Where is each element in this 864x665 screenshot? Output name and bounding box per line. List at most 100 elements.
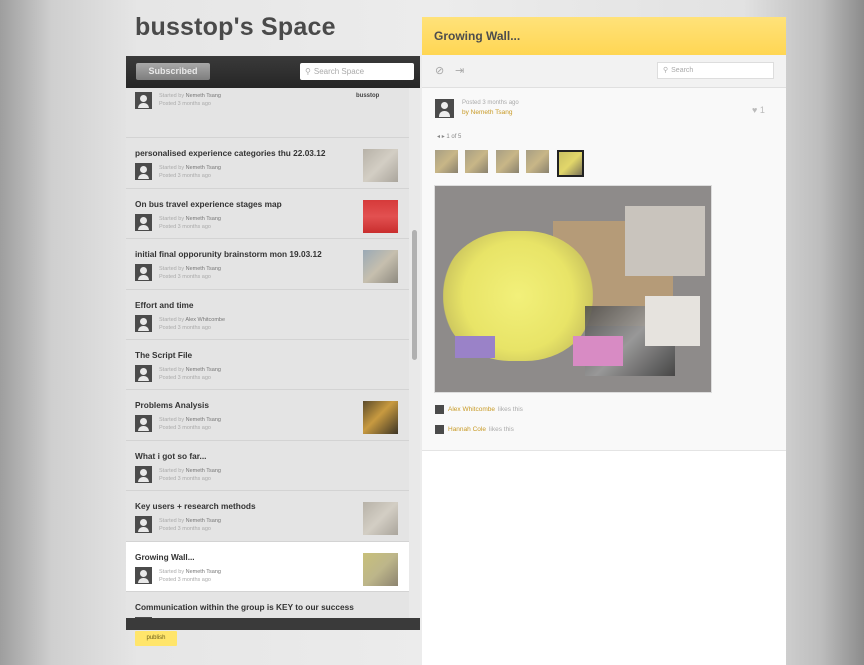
- image-pager[interactable]: ◂ ▸ 1 of 5: [437, 133, 461, 140]
- started-by-label: Started by: [159, 568, 185, 575]
- post-author[interactable]: Nemeth Tsang: [186, 468, 221, 474]
- post-list-item[interactable]: The Script File Started by Nemeth Tsang …: [126, 340, 409, 391]
- post-title[interactable]: initial final opporunity brainstorm mon …: [135, 249, 322, 259]
- image-thumb[interactable]: [465, 150, 489, 173]
- image-thumb[interactable]: [435, 150, 458, 173]
- author-avatar[interactable]: [135, 415, 152, 433]
- post-title[interactable]: Key users + research methods: [135, 501, 256, 511]
- posted-time: Posted 3 months ago: [462, 100, 519, 106]
- main-photo[interactable]: [434, 185, 712, 393]
- paperclip-icon[interactable]: ⊘: [435, 64, 444, 77]
- post-time: Posted 3 months ago: [159, 475, 211, 482]
- post-thumbnail[interactable]: [363, 149, 398, 183]
- post-list-scrollbar[interactable]: [409, 88, 420, 618]
- post-list: Started by Nemeth Tsang Posted 3 months …: [126, 88, 409, 618]
- started-by-label: Started by: [159, 316, 185, 323]
- like-count: 1: [759, 105, 765, 115]
- post-thumbnail[interactable]: [363, 552, 398, 586]
- author-avatar[interactable]: [135, 264, 152, 282]
- author-avatar[interactable]: [135, 566, 152, 584]
- post-title[interactable]: On bus travel experience stages map: [135, 199, 282, 209]
- footer-chip[interactable]: publish: [135, 631, 177, 646]
- image-thumb[interactable]: [495, 150, 519, 173]
- post-title[interactable]: What i got so far...: [135, 451, 206, 461]
- post-time: Posted 3 months ago: [159, 324, 211, 331]
- post-author[interactable]: Nemeth Tsang: [186, 417, 221, 423]
- post-list-item[interactable]: initial final opporunity brainstorm mon …: [126, 239, 409, 290]
- post-detail-panel: Growing Wall... ⊘ ⇥ ⚲ Search Posted 3 mon…: [422, 17, 786, 665]
- share-icon[interactable]: ⇥: [455, 64, 464, 77]
- post-title[interactable]: personalised experience categories thu 2…: [135, 148, 325, 158]
- author-avatar[interactable]: [135, 163, 152, 181]
- post-author[interactable]: Nemeth Tsang: [186, 518, 221, 524]
- post-author[interactable]: Nemeth Tsang: [186, 266, 221, 272]
- image-thumb-selected[interactable]: [556, 150, 584, 177]
- post-list-item[interactable]: Effort and time Started by Alex Whitcomb…: [126, 290, 409, 340]
- post-title[interactable]: Problems Analysis: [135, 400, 209, 410]
- post-author[interactable]: Nemeth Tsang: [186, 569, 221, 575]
- author-avatar[interactable]: [435, 99, 454, 118]
- author-avatar[interactable]: [135, 314, 152, 332]
- post-title[interactable]: Effort and time: [135, 300, 194, 310]
- post-list-item[interactable]: Communication within the group is KEY to…: [126, 592, 409, 618]
- photo-purple-notes: [455, 336, 495, 358]
- post-list-item[interactable]: Key users + research methods Started by …: [126, 491, 409, 542]
- image-thumb[interactable]: [526, 150, 550, 173]
- liker-name[interactable]: Hannah Cole: [448, 426, 486, 433]
- subscribed-button[interactable]: Subscribed: [136, 63, 210, 80]
- post-thumbnail[interactable]: [363, 502, 398, 536]
- author-avatar[interactable]: [135, 364, 152, 382]
- post-meta: Started by Alex Whitcombe Posted 3 month…: [159, 316, 225, 332]
- author-avatar[interactable]: [135, 92, 152, 109]
- post-author[interactable]: Nemeth Tsang: [186, 93, 221, 99]
- post-title[interactable]: Communication within the group is KEY to…: [135, 602, 354, 612]
- photo-pink-notes: [573, 336, 623, 366]
- liker-avatar[interactable]: [435, 425, 444, 434]
- liker-name[interactable]: Alex Whitcombe: [448, 406, 495, 413]
- post-list-item[interactable]: personalised experience categories thu 2…: [126, 138, 409, 189]
- next-arrow-icon[interactable]: ▸: [442, 134, 445, 140]
- author-avatar[interactable]: [135, 516, 152, 534]
- post-list-item[interactable]: On bus travel experience stages map Star…: [126, 189, 409, 240]
- post-thumbnail[interactable]: [363, 250, 398, 284]
- post-author[interactable]: Nemeth Tsang: [186, 367, 221, 373]
- post-thumbnail[interactable]: [363, 401, 398, 435]
- post-author[interactable]: Nemeth Tsang: [186, 165, 221, 171]
- author-link[interactable]: by Nemeth Tsang: [462, 109, 512, 116]
- post-thumbnail[interactable]: [363, 199, 398, 233]
- post-extra-label: busstop: [356, 93, 380, 99]
- prev-arrow-icon[interactable]: ◂: [437, 134, 440, 140]
- author-avatar[interactable]: [135, 465, 152, 483]
- scrollbar-thumb[interactable]: [412, 230, 417, 360]
- pager-label: 1 of 5: [446, 134, 462, 140]
- post-meta: Started by Nemeth Tsang Posted 3 months …: [159, 215, 221, 231]
- left-bottom-bar: [126, 618, 420, 630]
- post-time: Posted 3 months ago: [159, 173, 211, 180]
- post-meta: Started by Nemeth Tsang Posted 3 months …: [159, 92, 221, 108]
- author-avatar[interactable]: [135, 213, 152, 231]
- post-time: Posted 3 months ago: [159, 374, 211, 381]
- detail-search-input[interactable]: ⚲ Search: [657, 62, 774, 79]
- post-list-item[interactable]: What i got so far... Started by Nemeth T…: [126, 441, 409, 492]
- space-search-placeholder: Search Space: [313, 67, 365, 76]
- started-by-label: Started by: [159, 215, 185, 222]
- like-button[interactable]: ♥ 1: [752, 105, 765, 115]
- post-list-item[interactable]: Started by Nemeth Tsang Posted 3 months …: [126, 88, 409, 139]
- post-meta: Started by Nemeth Tsang Posted 3 months …: [159, 467, 221, 483]
- post-author[interactable]: Nemeth Tsang: [186, 216, 221, 222]
- liker-suffix: likes this: [497, 406, 523, 414]
- post-title[interactable]: The Script File: [135, 350, 192, 360]
- heart-icon: ♥: [752, 105, 758, 115]
- post-list-item[interactable]: Problems Analysis Started by Nemeth Tsan…: [126, 390, 409, 441]
- post-time: Posted 3 months ago: [159, 526, 211, 533]
- post-time: Posted 3 months ago: [159, 425, 211, 432]
- post-list-item[interactable]: Growing Wall... Started by Nemeth Tsang …: [126, 541, 409, 592]
- detail-toolbar: ⊘ ⇥ ⚲ Search: [422, 55, 786, 88]
- post-author[interactable]: Alex Whitcombe: [185, 317, 225, 323]
- post-title[interactable]: Growing Wall...: [135, 552, 195, 562]
- liker-row: Alex Whitcombe likes this: [435, 405, 523, 414]
- liker-avatar[interactable]: [435, 405, 444, 414]
- liker-row: Hannah Cole likes this: [435, 425, 514, 434]
- detail-header: Growing Wall...: [422, 17, 786, 55]
- space-search-input[interactable]: ⚲ Search Space: [300, 63, 414, 80]
